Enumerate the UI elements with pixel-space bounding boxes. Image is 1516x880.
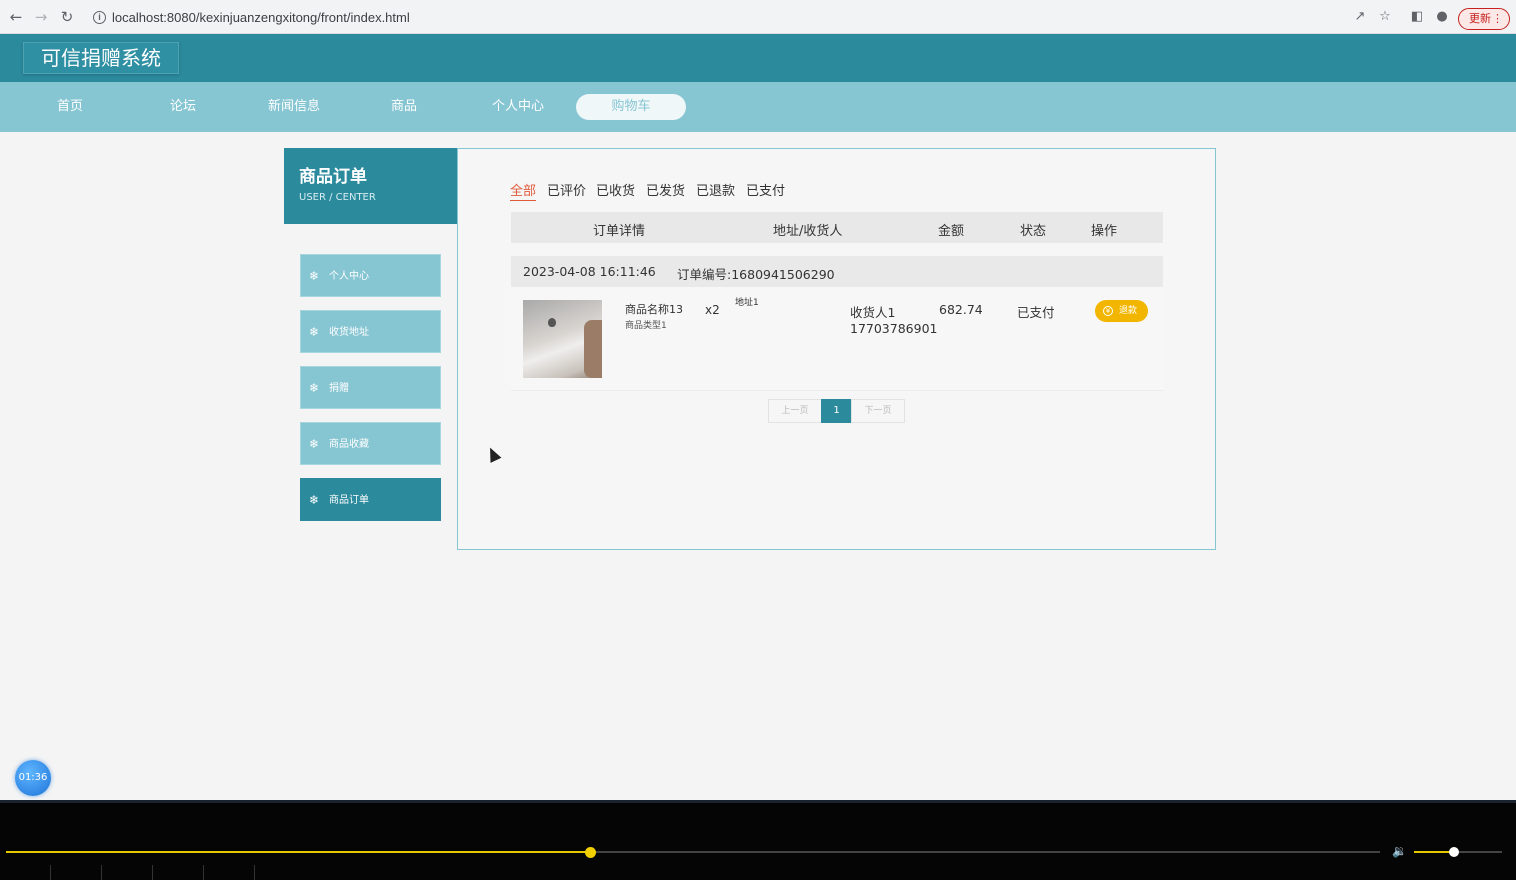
volume-level <box>1414 851 1454 853</box>
snowflake-icon: ❄ <box>309 269 320 283</box>
site-logo[interactable]: 可信捐赠系统 <box>23 42 179 74</box>
snowflake-icon: ❄ <box>309 493 320 507</box>
sidebar-title: 商品订单 <box>299 167 367 187</box>
profile-icon[interactable]: ● <box>1435 10 1449 24</box>
back-icon[interactable]: ← <box>7 8 25 26</box>
menu-icon[interactable]: ⋮ <box>1492 9 1503 29</box>
share-icon[interactable]: ↗ <box>1353 10 1367 24</box>
sidebar-subtitle: USER / CENTER <box>299 192 376 203</box>
seek-bar[interactable] <box>6 847 1380 858</box>
product-quantity: x2 <box>705 303 720 317</box>
hand-shape <box>584 320 602 378</box>
sidebar-icon[interactable]: ◧ <box>1410 10 1424 24</box>
url-text: localhost:8080/kexinjuanzengxitong/front… <box>112 10 410 25</box>
recording-timer[interactable]: 01:36 <box>15 760 51 796</box>
nav-item-products[interactable]: 商品 <box>374 94 434 120</box>
prev-page-button[interactable]: 上一页 <box>768 399 822 423</box>
browser-toolbar: ← → ↻ i localhost:8080/kexinjuanzengxito… <box>0 0 1516 34</box>
order-amount: 682.74 <box>939 302 983 317</box>
order-phone: 17703786901 <box>850 321 938 336</box>
column-header: 金额 <box>938 224 965 239</box>
sidebar-item-address[interactable]: ❄ 收货地址 <box>300 310 441 353</box>
divider <box>101 865 102 880</box>
tab-all[interactable]: 全部 <box>510 180 537 201</box>
tab-shipped[interactable]: 已发货 <box>646 180 685 199</box>
refund-label: 退款 <box>1119 306 1138 316</box>
sidebar-item-label: 捐赠 <box>329 383 349 394</box>
tab-refunded[interactable]: 已退款 <box>696 180 735 199</box>
nav-item-news[interactable]: 新闻信息 <box>254 94 334 120</box>
update-button[interactable]: 更新 ⋮ <box>1458 8 1510 30</box>
tab-reviewed[interactable]: 已评价 <box>547 180 586 199</box>
order-status: 已支付 <box>1017 305 1055 320</box>
next-page-button[interactable]: 下一页 <box>851 399 905 423</box>
order-header: 2023-04-08 16:11:46 订单编号:1680941506290 <box>511 256 1163 287</box>
divider <box>203 865 204 880</box>
video-player-bar: 🔉 <box>0 800 1516 880</box>
top-nav: 首页 论坛 新闻信息 商品 个人中心 购物车 <box>0 82 1516 132</box>
divider <box>254 865 255 880</box>
snowflake-icon: ❄ <box>309 437 320 451</box>
sidebar-item-label: 收货地址 <box>329 327 369 338</box>
refund-button[interactable]: ¥ 退款 <box>1095 300 1148 322</box>
sidebar-item-favorites[interactable]: ❄ 商品收藏 <box>300 422 441 465</box>
divider <box>50 865 51 880</box>
update-label: 更新 <box>1469 12 1491 25</box>
divider <box>0 800 1516 803</box>
product-image[interactable] <box>523 300 602 378</box>
column-header: 操作 <box>1091 224 1118 239</box>
reload-icon[interactable]: ↻ <box>58 8 76 26</box>
order-datetime: 2023-04-08 16:11:46 <box>523 264 656 279</box>
nav-item-user-center[interactable]: 个人中心 <box>478 94 558 120</box>
order-address: 地址1 <box>735 298 759 308</box>
nav-item-forum[interactable]: 论坛 <box>153 94 213 120</box>
nav-item-cart[interactable]: 购物车 <box>576 94 686 120</box>
address-bar[interactable]: i localhost:8080/kexinjuanzengxitong/fro… <box>88 6 1478 30</box>
seek-progress <box>6 851 590 853</box>
table-header: 订单详情 地址/收货人 金额 状态 操作 <box>511 212 1163 243</box>
product-type: 商品类型1 <box>625 321 667 331</box>
info-icon[interactable]: i <box>93 11 106 24</box>
volume-icon[interactable]: 🔉 <box>1392 844 1408 858</box>
snowflake-icon: ❄ <box>309 325 320 339</box>
refund-icon: ¥ <box>1103 306 1113 316</box>
product-name[interactable]: 商品名称13 <box>625 301 683 317</box>
volume-slider[interactable] <box>1414 847 1502 857</box>
column-header: 状态 <box>1020 224 1047 239</box>
snowflake-icon: ❄ <box>309 381 320 395</box>
site-header: 可信捐赠系统 <box>0 34 1516 82</box>
order-row: 商品名称13 商品类型1 x2 地址1 收货人1 17703786901 682… <box>511 287 1163 391</box>
sidebar-item-user-center[interactable]: ❄ 个人中心 <box>300 254 441 297</box>
column-header: 地址/收货人 <box>773 224 843 239</box>
sidebar-item-orders[interactable]: ❄ 商品订单 <box>300 478 441 521</box>
tab-received[interactable]: 已收货 <box>596 180 635 199</box>
sidebar-item-label: 商品收藏 <box>329 439 369 450</box>
sidebar-item-label: 个人中心 <box>329 271 369 282</box>
sidebar-item-label: 商品订单 <box>329 495 369 506</box>
sidebar-header: 商品订单 USER / CENTER <box>284 148 458 224</box>
divider <box>152 865 153 880</box>
sidebar-item-donation[interactable]: ❄ 捐赠 <box>300 366 441 409</box>
order-receiver: 收货人1 <box>850 305 896 320</box>
tab-paid[interactable]: 已支付 <box>746 180 785 199</box>
seek-handle[interactable] <box>584 847 596 858</box>
forward-icon[interactable]: → <box>32 8 50 26</box>
column-header: 订单详情 <box>593 224 646 239</box>
volume-handle[interactable] <box>1448 847 1459 857</box>
order-number: 订单编号:1680941506290 <box>677 267 835 282</box>
apple-logo-icon <box>548 318 556 327</box>
nav-item-home[interactable]: 首页 <box>40 94 100 120</box>
page-1-button[interactable]: 1 <box>821 399 852 423</box>
star-icon[interactable]: ☆ <box>1378 10 1392 24</box>
